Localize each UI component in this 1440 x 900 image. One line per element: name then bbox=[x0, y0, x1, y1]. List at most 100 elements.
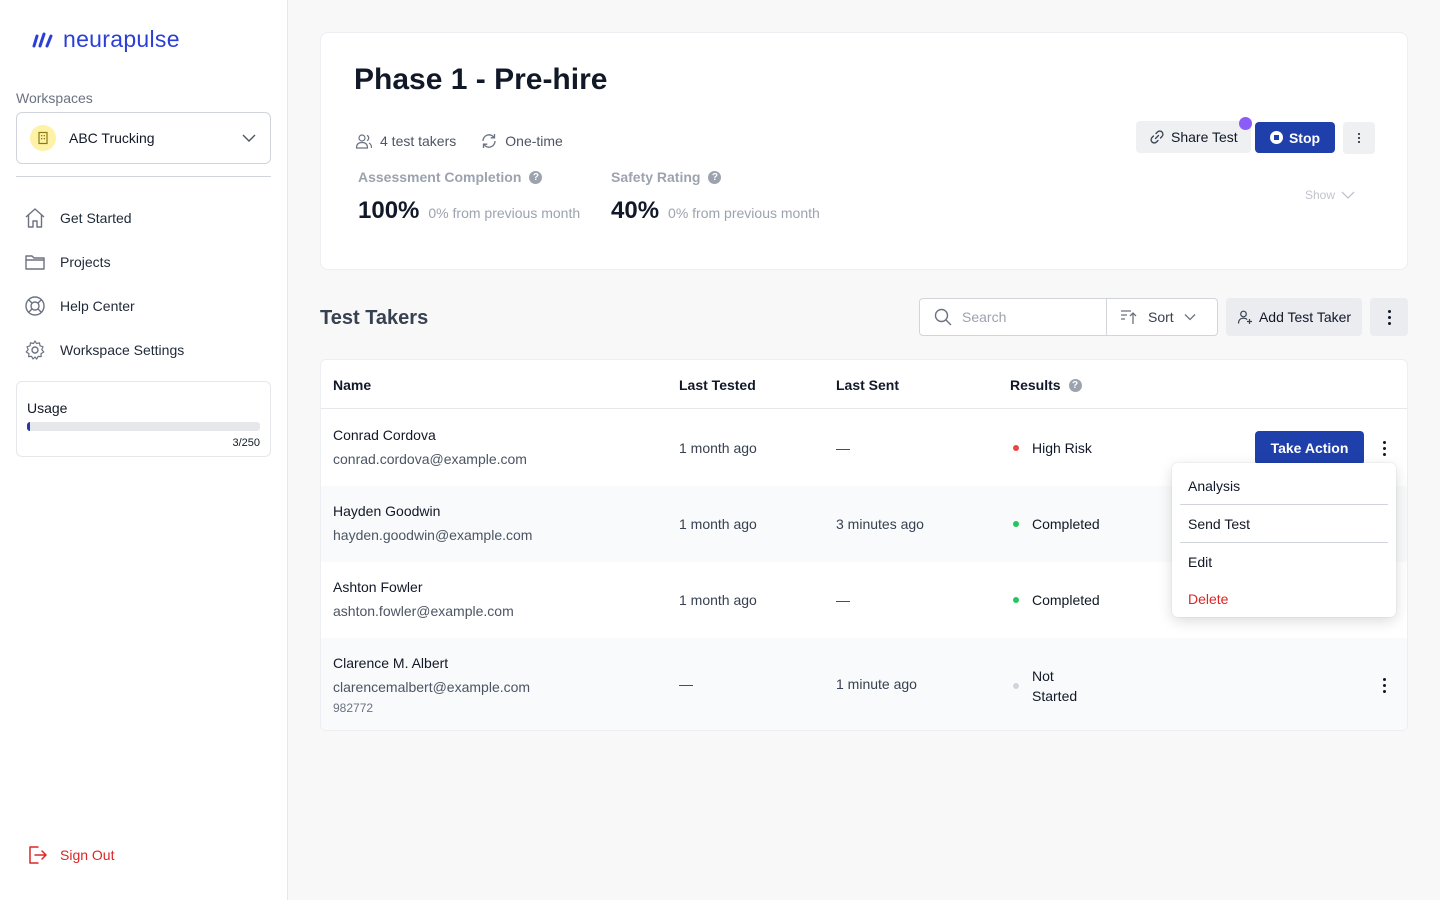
sidebar-divider bbox=[16, 176, 271, 177]
table-row[interactable]: Clarence M. Albert clarencemalbert@examp… bbox=[321, 638, 1407, 730]
nav-item-projects[interactable]: Projects bbox=[24, 240, 274, 284]
column-header-last-sent[interactable]: Last Sent bbox=[836, 377, 899, 393]
show-label: Show bbox=[1305, 188, 1336, 202]
header-more-button[interactable] bbox=[1343, 122, 1375, 154]
menu-item-delete[interactable]: Delete bbox=[1172, 580, 1396, 617]
last-tested-cell: 1 month ago bbox=[679, 516, 757, 532]
status-label-line: Started bbox=[1032, 688, 1078, 704]
taker-name: Ashton Fowler bbox=[333, 579, 423, 595]
taker-email: conrad.cordova@example.com bbox=[333, 451, 527, 467]
nav-item-help-center[interactable]: Help Center bbox=[24, 284, 274, 328]
taker-email: ashton.fowler@example.com bbox=[333, 603, 514, 619]
taker-id: 982772 bbox=[333, 701, 374, 715]
taker-email: clarencemalbert@example.com bbox=[333, 679, 531, 695]
brand-name: neurapulse bbox=[63, 26, 180, 52]
last-tested-cell: 1 month ago bbox=[679, 592, 757, 608]
brand-logo[interactable]: neurapulse bbox=[31, 26, 180, 53]
name-cell: Conrad Cordova conrad.cordova@example.co… bbox=[333, 427, 527, 467]
home-icon bbox=[25, 208, 45, 228]
test-meta: 4 test takers One-time bbox=[355, 132, 563, 150]
name-cell: Hayden Goodwin hayden.goodwin@example.co… bbox=[333, 503, 532, 543]
status-dot bbox=[1013, 521, 1019, 527]
take-action-button[interactable]: Take Action bbox=[1255, 431, 1364, 465]
last-sent-cell: — bbox=[836, 440, 850, 456]
test-takers-count: 4 test takers bbox=[355, 133, 456, 149]
last-sent-cell: 1 minute ago bbox=[836, 676, 917, 692]
nav-label: Workspace Settings bbox=[60, 342, 185, 358]
kebab-icon bbox=[1358, 133, 1360, 143]
metric-value: 100% bbox=[358, 197, 420, 224]
menu-item-send-test[interactable]: Send Test bbox=[1172, 505, 1396, 542]
add-test-taker-button[interactable]: Add Test Taker bbox=[1226, 298, 1362, 336]
users-icon bbox=[355, 134, 373, 149]
menu-item-edit[interactable]: Edit bbox=[1172, 543, 1396, 580]
help-icon[interactable]: ? bbox=[529, 170, 543, 184]
search-sort-group: Search Sort bbox=[919, 298, 1218, 336]
column-header-last-tested[interactable]: Last Tested bbox=[679, 377, 756, 393]
metric-assessment-completion: Assessment Completion ? 100% 0% from pre… bbox=[358, 169, 580, 225]
stop-button[interactable]: Stop bbox=[1255, 122, 1335, 153]
metric-value: 40% bbox=[611, 197, 660, 224]
metric-label-row: Safety Rating ? bbox=[611, 169, 820, 185]
row-actions-menu: Analysis Send Test Edit Delete bbox=[1172, 463, 1396, 617]
test-header-card: Phase 1 - Pre-hire 4 test takers One-tim… bbox=[320, 32, 1408, 270]
last-sent-cell: 3 minutes ago bbox=[836, 516, 924, 532]
status-label-line: Not bbox=[1032, 668, 1054, 684]
usage-progress-fill bbox=[27, 422, 30, 431]
test-takers-label: 4 test takers bbox=[380, 133, 457, 149]
sidebar-nav: Get Started Projects Help Center Workspa… bbox=[24, 196, 274, 372]
usage-card: Usage 3/250 bbox=[16, 381, 271, 457]
sidebar: neurapulse Workspaces ABC Trucking Get S… bbox=[0, 0, 288, 900]
show-toggle[interactable]: Show bbox=[1305, 188, 1355, 202]
stop-icon bbox=[1269, 131, 1283, 144]
status-badge: Completed bbox=[1013, 516, 1100, 532]
sign-out-icon bbox=[29, 846, 47, 864]
name-cell: Clarence M. Albert clarencemalbert@examp… bbox=[333, 655, 530, 715]
column-header-results-label: Results bbox=[1010, 377, 1061, 393]
taker-name: Conrad Cordova bbox=[333, 427, 436, 443]
logo-mark-icon bbox=[32, 32, 53, 47]
section-more-button[interactable] bbox=[1370, 298, 1408, 336]
notification-dot bbox=[1239, 117, 1252, 130]
row-actions-kebab-icon[interactable] bbox=[1375, 437, 1393, 459]
taker-email: hayden.goodwin@example.com bbox=[333, 527, 533, 543]
share-test-button[interactable]: Share Test bbox=[1136, 121, 1251, 153]
nav-item-workspace-settings[interactable]: Workspace Settings bbox=[24, 328, 274, 372]
last-sent-cell: — bbox=[836, 592, 850, 608]
help-icon[interactable]: ? bbox=[1068, 378, 1082, 392]
workspace-name: ABC Trucking bbox=[69, 130, 155, 146]
share-test-label: Share Test bbox=[1171, 129, 1238, 145]
sort-icon bbox=[1121, 310, 1137, 324]
page-title: Phase 1 - Pre-hire bbox=[354, 63, 608, 96]
nav-label: Projects bbox=[60, 254, 111, 270]
search-icon bbox=[934, 308, 952, 326]
taker-name: Clarence M. Albert bbox=[333, 655, 449, 671]
row-actions-kebab-icon[interactable] bbox=[1375, 674, 1393, 696]
help-icon[interactable]: ? bbox=[708, 170, 722, 184]
name-cell: Ashton Fowler ashton.fowler@example.com bbox=[333, 579, 514, 619]
usage-count: 3/250 bbox=[232, 437, 260, 449]
workspace-select[interactable]: ABC Trucking bbox=[16, 112, 271, 164]
search-input[interactable]: Search bbox=[920, 299, 1107, 335]
nav-item-get-started[interactable]: Get Started bbox=[24, 196, 274, 240]
status-label: Not Started bbox=[1032, 666, 1077, 706]
sign-out-button[interactable]: Sign Out bbox=[26, 844, 114, 866]
sort-select[interactable]: Sort bbox=[1107, 299, 1217, 335]
status-dot bbox=[1013, 445, 1019, 451]
sign-out-label: Sign Out bbox=[60, 847, 115, 863]
taker-name: Hayden Goodwin bbox=[333, 503, 441, 519]
metric-value-row: 40% 0% from previous month bbox=[611, 197, 820, 225]
status-label: Completed bbox=[1032, 516, 1100, 532]
gear-icon bbox=[25, 340, 45, 360]
status-label: Completed bbox=[1032, 592, 1100, 608]
column-header-results[interactable]: Results ? bbox=[1010, 377, 1082, 393]
chevron-down-icon bbox=[1341, 191, 1355, 199]
metric-change: 0% from previous month bbox=[428, 205, 581, 221]
stop-label: Stop bbox=[1288, 129, 1321, 146]
repeat-icon bbox=[482, 134, 496, 148]
status-badge: High Risk bbox=[1013, 440, 1092, 456]
table-header: Name Last Tested Last Sent Results ? bbox=[321, 360, 1407, 409]
column-header-name[interactable]: Name bbox=[333, 377, 371, 393]
menu-item-analysis[interactable]: Analysis bbox=[1172, 467, 1396, 504]
chevron-down-icon bbox=[242, 134, 256, 142]
